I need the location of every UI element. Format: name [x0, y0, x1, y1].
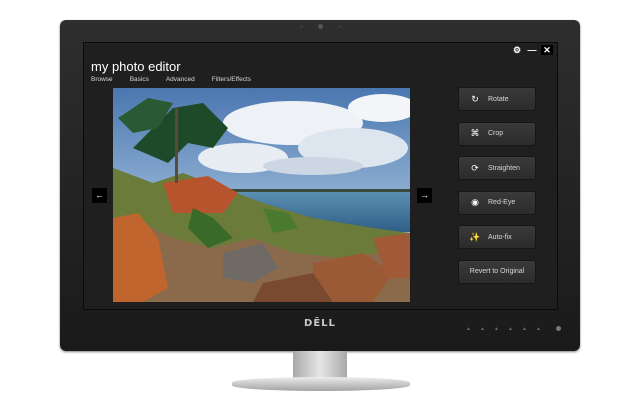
sensor-dot	[300, 25, 303, 28]
bezel-button-icon[interactable]: ▲	[466, 326, 471, 332]
minimize-icon[interactable]: —	[526, 45, 538, 55]
eye-icon: ◉	[471, 197, 479, 207]
nav-item-advanced[interactable]: Advanced	[166, 76, 195, 83]
auto-fix-label: Auto-fix	[488, 233, 512, 241]
close-icon[interactable]: ✕	[541, 45, 553, 55]
sensor-dot	[338, 25, 341, 28]
bezel-button-icon[interactable]: ▲	[508, 326, 513, 332]
photo-image	[113, 88, 410, 302]
crop-label: Crop	[488, 130, 504, 137]
nav-item-basics[interactable]: Basics	[130, 76, 149, 83]
red-eye-button[interactable]: ◉ Red-Eye	[458, 190, 536, 215]
previous-photo-icon[interactable]: ←	[92, 188, 107, 203]
app-title: my photo editor	[91, 59, 181, 74]
nav-menu: Browse Basics Advanced Filters/Effects	[91, 76, 268, 83]
monitor-stand	[232, 377, 410, 391]
settings-icon[interactable]: ⚙	[511, 45, 523, 55]
brand-logo: DĒLL	[304, 318, 336, 329]
next-photo-icon[interactable]: →	[417, 188, 432, 203]
crop-button[interactable]: ⌘ Crop	[458, 121, 536, 146]
window-controls: ⚙ — ✕	[511, 45, 553, 55]
rotate-label: Rotate	[488, 95, 509, 103]
power-button[interactable]	[556, 326, 561, 331]
revert-label: Revert to Original	[469, 268, 525, 275]
photo-preview	[113, 88, 410, 302]
rotate-icon: ↻	[471, 93, 479, 104]
app-window: ⚙ — ✕ my photo editor Browse Basics Adva…	[83, 42, 558, 310]
straighten-label: Straighten	[488, 164, 520, 172]
nav-item-browse[interactable]: Browse	[91, 76, 113, 83]
straighten-icon: ⟳	[471, 162, 479, 173]
rotate-button[interactable]: ↻ Rotate	[458, 87, 536, 111]
straighten-button[interactable]: ⟳ Straighten	[458, 156, 536, 180]
revert-to-original-button[interactable]: Revert to Original	[458, 259, 536, 284]
action-panel: ↻ Rotate ⌘ Crop ⟳ Straighten ◉ Red-Eye ✨…	[458, 87, 536, 294]
red-eye-label: Red-Eye	[488, 199, 516, 206]
bezel-button-icon[interactable]: ▲	[494, 326, 499, 332]
auto-fix-button[interactable]: ✨ Auto-fix	[458, 225, 536, 249]
bezel-button-icon[interactable]: ▲	[480, 326, 485, 332]
bezel-button-icon[interactable]: ▲	[536, 326, 541, 332]
crop-icon: ⌘	[470, 128, 480, 138]
webcam	[318, 24, 323, 29]
bezel-button-icon[interactable]: ▲	[522, 326, 527, 332]
nav-item-filters-effects[interactable]: Filters/Effects	[212, 76, 251, 83]
magic-wand-icon: ✨	[469, 231, 481, 242]
